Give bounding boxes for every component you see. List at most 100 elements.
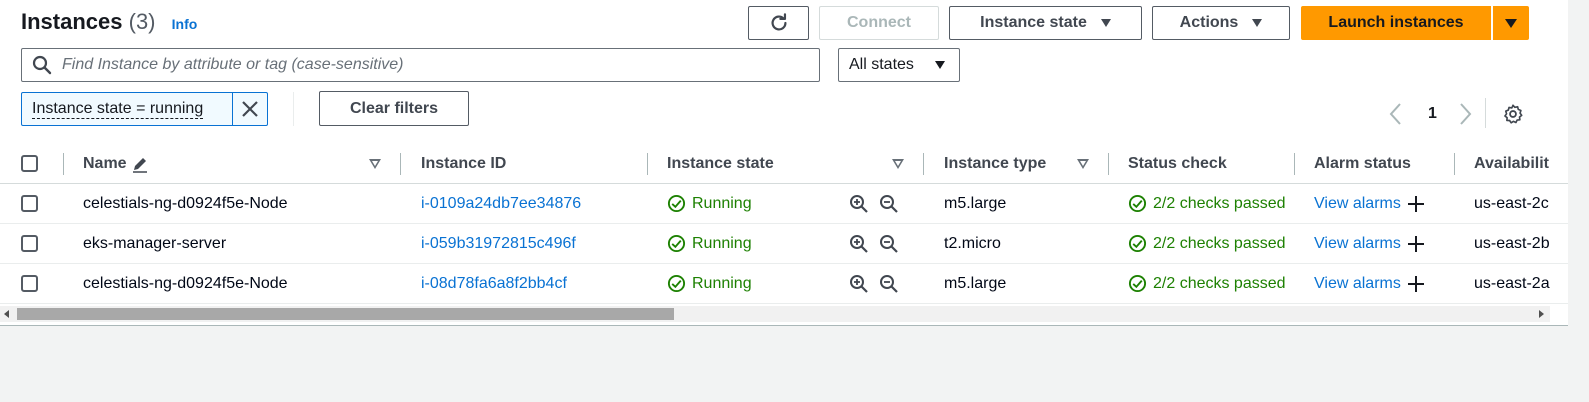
search-input[interactable] xyxy=(62,56,802,74)
availability-zone: us-east-2a xyxy=(1474,274,1550,292)
refresh-icon xyxy=(771,13,787,31)
pagination: 1 xyxy=(1386,100,1475,128)
caret-down-icon xyxy=(935,61,945,69)
view-alarms-link[interactable]: View alarms xyxy=(1314,235,1401,253)
plus-icon[interactable] xyxy=(1407,195,1425,213)
launch-instances-label: Launch instances xyxy=(1328,14,1464,31)
alarm-status-cell: View alarms xyxy=(1314,184,1425,223)
horizontal-scrollbar[interactable] xyxy=(0,306,1550,322)
zoom-in-icon[interactable] xyxy=(849,274,869,294)
check-circle-icon xyxy=(667,274,686,293)
column-header-alarm-status[interactable]: Alarm status xyxy=(1314,144,1411,183)
actions-button-label: Actions xyxy=(1179,14,1239,31)
actions-dropdown-button[interactable]: Actions xyxy=(1152,6,1290,40)
zoom-controls xyxy=(849,184,899,223)
column-divider xyxy=(400,153,401,175)
sort-icon[interactable] xyxy=(892,159,904,169)
instance-type: m5.large xyxy=(944,274,1007,292)
status-check-text: 2/2 checks passed xyxy=(1153,194,1286,212)
clear-filters-button[interactable]: Clear filters xyxy=(319,91,469,126)
column-header-name[interactable]: Name xyxy=(83,144,149,183)
filter-token-text: Instance state = running xyxy=(32,99,204,119)
row-checkbox[interactable] xyxy=(21,235,38,252)
table-row[interactable]: celestials-ng-d0924f5e-Node i-0109a24db7… xyxy=(0,184,1568,224)
zoom-out-icon[interactable] xyxy=(879,274,899,294)
current-page-number[interactable]: 1 xyxy=(1428,105,1437,123)
instance-state-button-label: Instance state xyxy=(980,14,1087,31)
state-filter-select[interactable]: All states xyxy=(838,48,960,82)
instance-id-link[interactable]: i-0109a24db7ee34876 xyxy=(421,184,581,223)
row-checkbox[interactable] xyxy=(21,195,38,212)
column-header-name-label: Name xyxy=(83,154,127,172)
instance-state-cell: Running xyxy=(667,264,752,303)
plus-icon[interactable] xyxy=(1407,275,1425,293)
instance-state-text: Running xyxy=(692,274,752,292)
availability-zone: us-east-2b xyxy=(1474,234,1550,252)
instances-panel: Instances (3) Info Connect Instance stat… xyxy=(0,0,1568,326)
view-alarms-link[interactable]: View alarms xyxy=(1314,275,1401,293)
refresh-button[interactable] xyxy=(748,6,809,40)
zoom-in-icon[interactable] xyxy=(849,194,869,214)
column-divider xyxy=(647,153,648,175)
zoom-out-icon[interactable] xyxy=(879,194,899,214)
status-check-cell: 2/2 checks passed xyxy=(1128,264,1294,303)
instance-count: (3) xyxy=(128,9,156,34)
page-title-text: Instances xyxy=(21,9,123,34)
remove-filter-button[interactable] xyxy=(233,93,267,125)
page-title: Instances (3) Info xyxy=(21,9,197,35)
check-circle-icon xyxy=(1128,234,1147,253)
search-box xyxy=(21,48,820,82)
column-header-availability-zone[interactable]: Availabilit xyxy=(1474,144,1549,183)
preferences-button[interactable] xyxy=(1502,100,1524,128)
row-checkbox[interactable] xyxy=(21,275,38,292)
instance-id-link[interactable]: i-08d78fa6a8f2bb4cf xyxy=(421,264,567,303)
check-circle-icon xyxy=(667,234,686,253)
instance-name: celestials-ng-d0924f5e-Node xyxy=(83,194,288,212)
column-header-instance-state[interactable]: Instance state xyxy=(667,144,774,183)
instance-state-text: Running xyxy=(692,194,752,212)
select-all-checkbox[interactable] xyxy=(21,155,38,172)
vertical-scrollbar[interactable] xyxy=(1568,0,1589,402)
instance-name: eks-manager-server xyxy=(83,234,227,252)
status-check-cell: 2/2 checks passed xyxy=(1128,224,1294,263)
connect-button[interactable]: Connect xyxy=(819,6,939,40)
zoom-in-icon[interactable] xyxy=(849,234,869,254)
check-circle-icon xyxy=(667,194,686,213)
check-circle-icon xyxy=(1128,194,1147,213)
sort-icon[interactable] xyxy=(369,159,381,169)
chevron-left-icon[interactable] xyxy=(1386,101,1406,127)
scrollbar-thumb[interactable] xyxy=(17,308,674,320)
state-filter-value: All states xyxy=(849,56,914,73)
scroll-left-icon[interactable] xyxy=(4,310,9,318)
gear-icon xyxy=(1504,104,1523,124)
instance-state-cell: Running xyxy=(667,184,752,223)
instance-state-text: Running xyxy=(692,234,752,252)
status-check-text: 2/2 checks passed xyxy=(1153,234,1286,252)
select-all-checkbox-cell xyxy=(21,144,38,183)
instance-state-cell: Running xyxy=(667,224,752,263)
sort-icon[interactable] xyxy=(1077,159,1089,169)
zoom-out-icon[interactable] xyxy=(879,234,899,254)
instance-id-link[interactable]: i-059b31972815c496f xyxy=(421,224,576,263)
connect-button-label: Connect xyxy=(847,14,911,31)
launch-instances-button[interactable]: Launch instances xyxy=(1301,6,1491,40)
column-header-status-check[interactable]: Status check xyxy=(1128,144,1227,183)
divider xyxy=(1485,98,1486,128)
alarm-status-cell: View alarms xyxy=(1314,224,1425,263)
alarm-status-cell: View alarms xyxy=(1314,264,1425,303)
launch-options-button[interactable] xyxy=(1493,6,1529,40)
instance-state-dropdown-button[interactable]: Instance state xyxy=(949,6,1142,40)
column-header-instance-id[interactable]: Instance ID xyxy=(421,144,506,183)
plus-icon[interactable] xyxy=(1407,235,1425,253)
close-icon xyxy=(242,101,258,117)
filter-token-label[interactable]: Instance state = running xyxy=(22,93,233,125)
table-row[interactable]: celestials-ng-d0924f5e-Node i-08d78fa6a8… xyxy=(0,264,1568,304)
scroll-right-icon[interactable] xyxy=(1539,310,1544,318)
info-link[interactable]: Info xyxy=(172,16,198,32)
check-circle-icon xyxy=(1128,274,1147,293)
column-header-instance-type[interactable]: Instance type xyxy=(944,144,1046,183)
caret-down-icon xyxy=(1505,18,1517,28)
view-alarms-link[interactable]: View alarms xyxy=(1314,195,1401,213)
chevron-right-icon[interactable] xyxy=(1455,101,1475,127)
table-row[interactable]: eks-manager-server i-059b31972815c496f R… xyxy=(0,224,1568,264)
